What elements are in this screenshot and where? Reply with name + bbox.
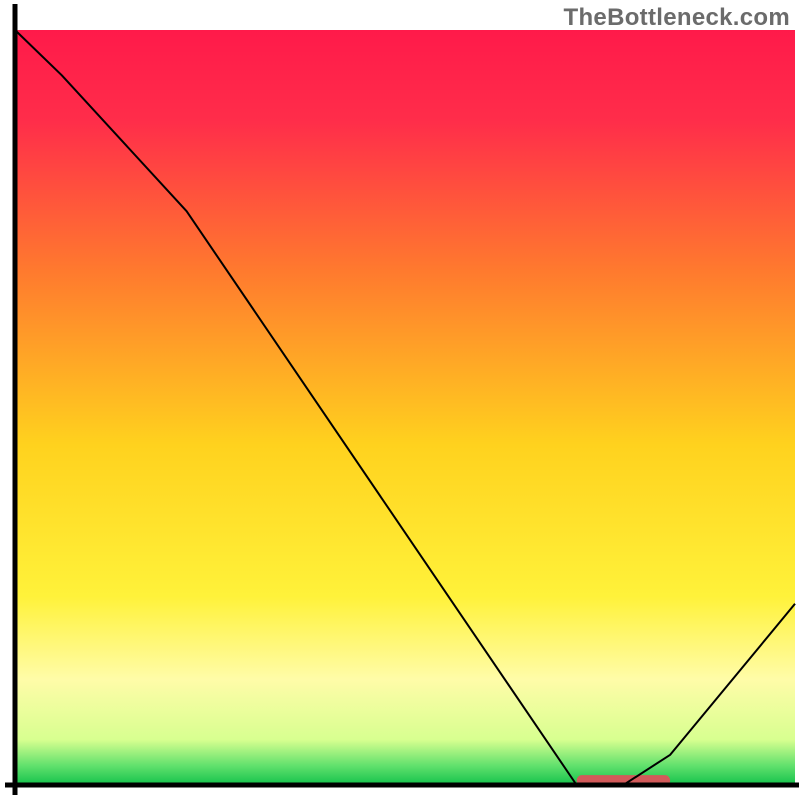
gradient-background <box>15 30 795 785</box>
chart-container: TheBottleneck.com <box>0 0 800 800</box>
watermark-text: TheBottleneck.com <box>564 4 790 32</box>
bottleneck-chart <box>0 0 800 800</box>
